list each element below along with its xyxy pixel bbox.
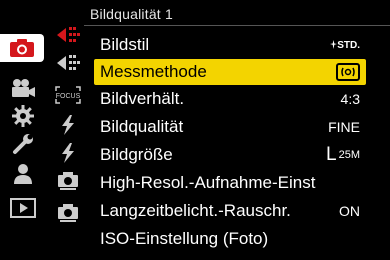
flash-icon [62, 143, 74, 163]
tab-setup[interactable] [0, 130, 46, 158]
subtab-other-1[interactable] [50, 168, 86, 194]
menu-item-bildqualitaet[interactable]: Bildqualität FINE [94, 114, 366, 140]
menu-item-label: High-Resol.-Aufnahme-Einst [100, 173, 316, 192]
focus-icon: FOCUS [55, 86, 81, 104]
subtab-other-2[interactable] [50, 200, 86, 226]
size-letter: L [326, 144, 337, 165]
subtab-image-quality-1[interactable] [50, 22, 86, 48]
tab-video[interactable] [0, 74, 46, 102]
camera-icon [10, 39, 34, 57]
menu-item-label: Bildgröße [100, 145, 173, 164]
menu-item-label: Bildverhält. [100, 89, 185, 108]
photo-style-value: STD. [337, 39, 360, 51]
sparkle-icon [330, 40, 338, 49]
playback-icon [10, 198, 36, 218]
image-quality-icon [57, 55, 80, 70]
tab-my-menu[interactable] [0, 160, 46, 188]
multi-metering-icon [336, 63, 360, 81]
menu-item-label: Bildqualität [100, 117, 184, 136]
subtab-flash-2[interactable] [50, 140, 86, 166]
menu-item-value: STD. [330, 40, 366, 51]
menu-item-value: ON [339, 203, 360, 219]
size-megapixels: 25M [338, 149, 360, 161]
page-title: Bildqualität 1 [90, 6, 173, 22]
focus-icon-label: FOCUS [56, 93, 81, 100]
menu-item-messmethode[interactable]: Messmethode [94, 59, 366, 85]
flash-icon [62, 115, 74, 135]
person-icon [14, 164, 32, 184]
tab-custom[interactable] [0, 102, 46, 130]
gear-icon [12, 105, 34, 127]
menu-item-label: Langzeitbelicht.-Rauschr. [100, 201, 291, 220]
menu-item-label: ISO-Einstellung (Foto) [100, 229, 269, 248]
camera-settings-icon [58, 172, 78, 190]
menu-item-value: 4:3 [340, 91, 360, 107]
menu-item-label: Messmethode [100, 62, 207, 81]
menu-screen: Bildqualität 1 FOCUS Bildstil STD. Messm… [0, 0, 390, 260]
tab-playback[interactable] [0, 194, 46, 222]
menu-item-high-resolution[interactable]: High-Resol.-Aufnahme-Einst [94, 170, 366, 196]
subtab-flash-1[interactable] [50, 112, 86, 138]
menu-item-label: Bildstil [100, 35, 150, 54]
image-quality-icon [57, 27, 80, 42]
tab-photo[interactable] [0, 34, 44, 62]
menu-item-bildgroesse[interactable]: Bildgröße L 25M [94, 142, 366, 168]
menu-item-value: FINE [328, 119, 360, 135]
camera-settings-icon [58, 204, 78, 222]
wrench-icon [13, 134, 33, 154]
menu-item-iso-setting[interactable]: ISO-Einstellung (Foto) [94, 226, 366, 252]
menu-item-value [336, 63, 366, 81]
title-divider [84, 25, 390, 26]
subtab-focus[interactable]: FOCUS [50, 82, 86, 108]
subtab-image-quality-2[interactable] [50, 50, 86, 76]
video-camera-icon [12, 79, 35, 97]
menu-item-bildstil[interactable]: Bildstil STD. [94, 32, 366, 58]
menu-item-long-exposure-nr[interactable]: Langzeitbelicht.-Rauschr. ON [94, 198, 366, 224]
menu-item-value: L 25M [326, 144, 366, 166]
menu-item-bildverhaeltnis[interactable]: Bildverhält. 4:3 [94, 86, 366, 112]
